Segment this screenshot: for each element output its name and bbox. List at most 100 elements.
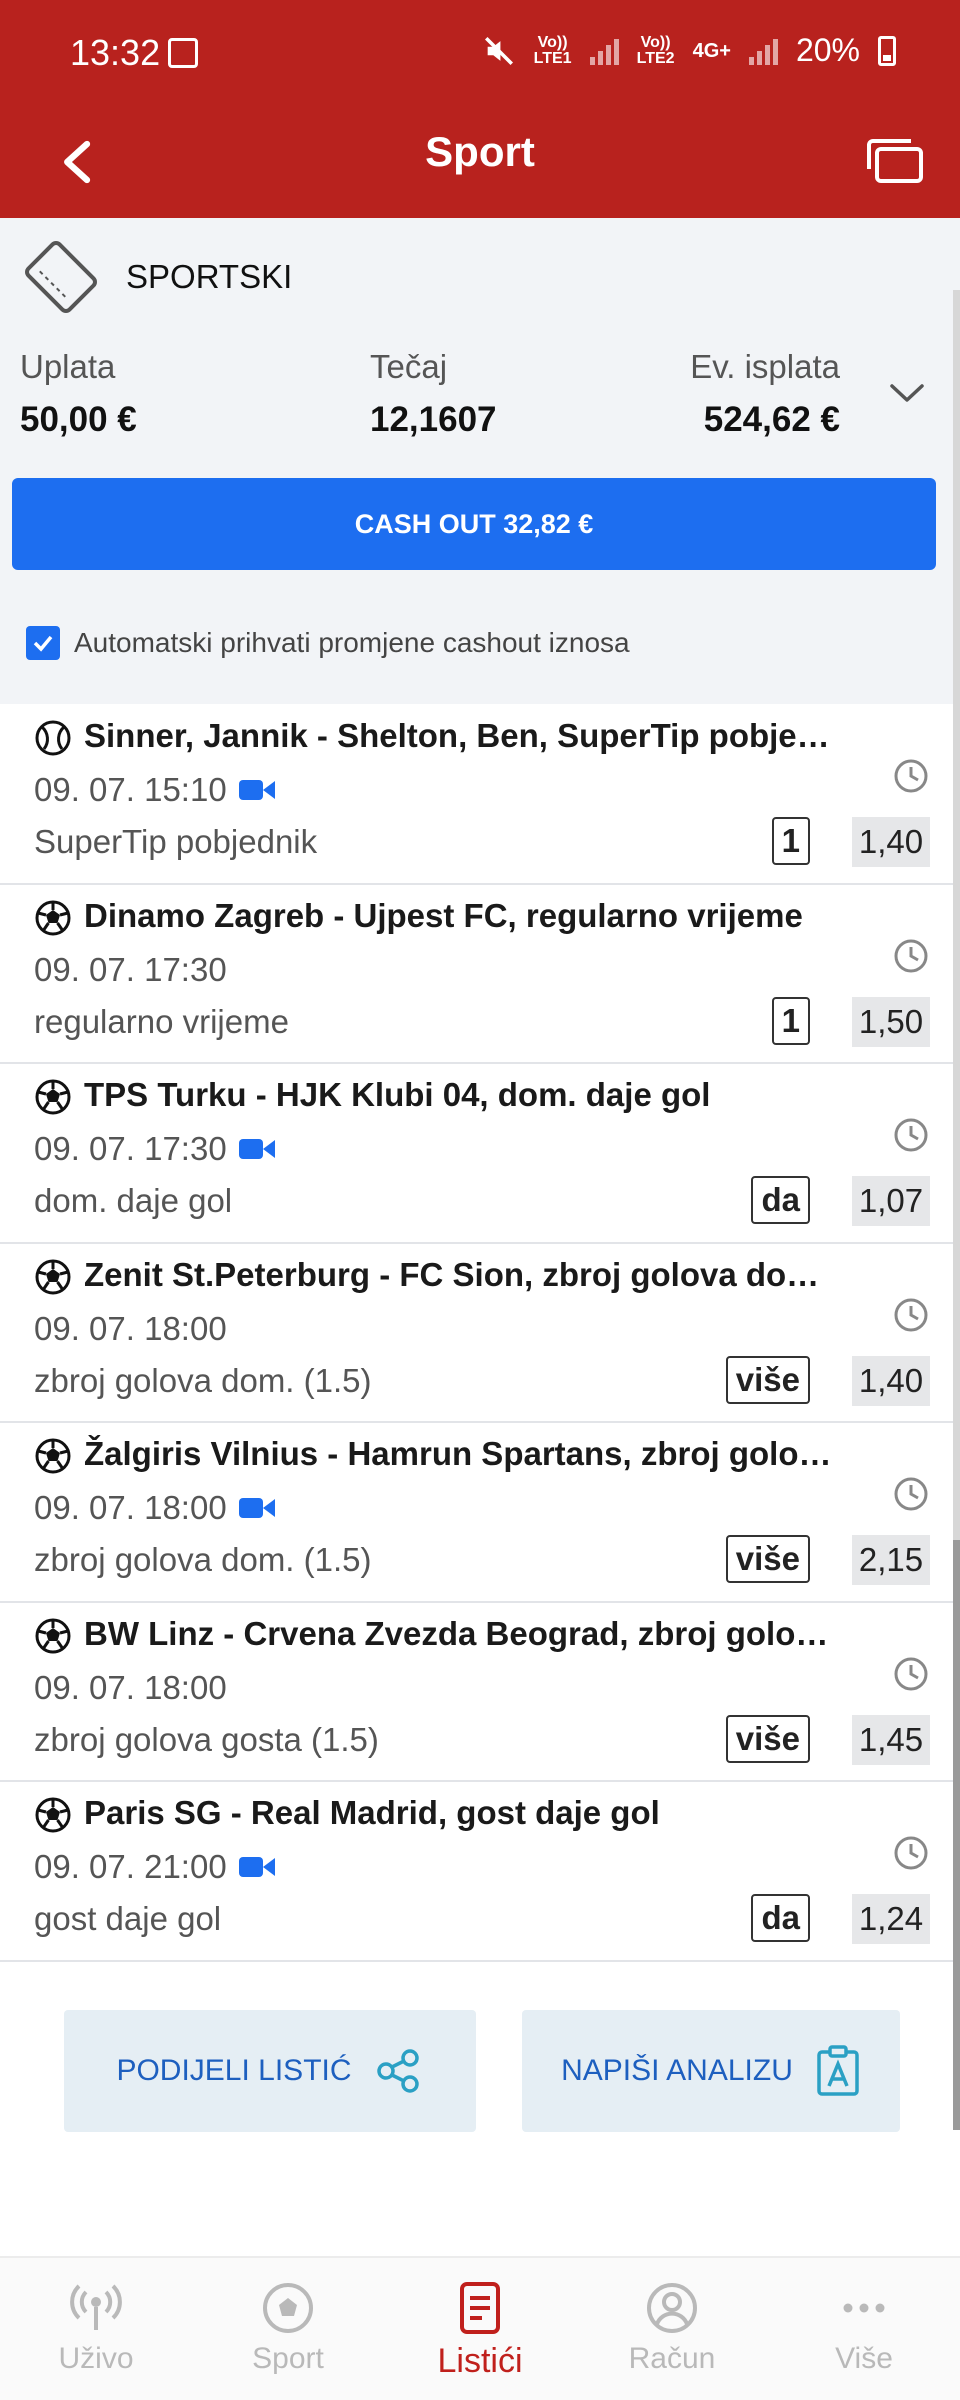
football-icon [35, 1259, 71, 1294]
payout-value: 524,62 € [703, 400, 840, 439]
match-date-row: 09. 07. 15:10 [34, 771, 275, 809]
nav-item-account[interactable]: Račun [576, 2258, 768, 2400]
pick-badge: više [725, 1535, 810, 1583]
more-dots-icon [843, 2303, 885, 2313]
windows-button[interactable] [860, 126, 930, 196]
status-right: Vo)) LTE1 Vo)) LTE2 4G+ 20% [482, 32, 896, 69]
match-date-row: 09. 07. 18:00 [34, 1669, 227, 1707]
write-analysis-label: NAPIŠI ANALIZU [561, 2054, 793, 2087]
nav-item-sport[interactable]: Sport [192, 2258, 384, 2400]
nav-item-live[interactable]: Uživo [0, 2258, 192, 2400]
battery-icon [878, 35, 896, 66]
network-lte2: Vo)) LTE2 [636, 33, 675, 67]
match-date: 09. 07. 17:30 [34, 1130, 227, 1167]
odd-value: 1,45 [852, 1714, 930, 1765]
odds-value: 12,1607 [370, 400, 497, 439]
football-icon [263, 2283, 313, 2333]
football-icon [35, 1797, 71, 1833]
clipboard-icon [817, 2045, 859, 2096]
market-name: regularno vrijeme [34, 1002, 289, 1040]
nav-item-more[interactable]: Više [768, 2258, 960, 2400]
video-camera-icon [238, 1139, 275, 1159]
share-icon [376, 2049, 419, 2093]
match-name: Dinamo Zagreb - Ujpest FC, regularno vri… [84, 896, 803, 934]
auto-accept-row[interactable]: Automatski prihvati promjene cashout izn… [26, 626, 630, 660]
match-name: Žalgiris Vilnius - Hamrun Spartans, zbro… [84, 1435, 844, 1472]
top-bar: 13:32 Vo)) LTE1 Vo)) LTE2 4G+ 20% Sport [0, 0, 960, 218]
match-name: Paris SG - Real Madrid, gost daje gol [84, 1794, 660, 1831]
pick-badge: 1 [771, 996, 810, 1045]
nav-label-tickets: Listići [437, 2342, 523, 2380]
clock-icon [894, 759, 928, 793]
match-date: 09. 07. 15:10 [34, 771, 227, 808]
pick-badge: 1 [771, 817, 810, 865]
nav-item-tickets[interactable]: Listići [384, 2258, 576, 2400]
stake-label: Uplata [20, 348, 116, 385]
share-ticket-button[interactable]: PODIJELI LISTIĆ [64, 2010, 476, 2132]
pick-badge: više [725, 1714, 810, 1763]
odd-value: 1,50 [852, 996, 930, 1047]
football-icon [35, 1079, 71, 1115]
match-date-row: 09. 07. 17:30 [34, 1130, 275, 1168]
signal-bars-2-icon [748, 37, 778, 65]
odd-value: 1,24 [852, 1894, 930, 1944]
football-icon [35, 900, 71, 935]
match-date-row: 09. 07. 18:00 [34, 1310, 227, 1348]
odd-value: 1,40 [852, 817, 930, 867]
write-analysis-button[interactable]: NAPIŠI ANALIZU [522, 2010, 900, 2132]
ticket-type-label: SPORTSKI [126, 258, 293, 295]
auto-accept-checkbox[interactable] [26, 626, 60, 660]
ticket-icon [25, 241, 97, 313]
match-date: 09. 07. 18:00 [34, 1668, 227, 1706]
clock-icon [894, 1298, 928, 1331]
odd-value: 1,40 [852, 1355, 930, 1406]
bottom-navigation: Uživo Sport Listići Račun Više [0, 2256, 960, 2400]
match-list: Sinner, Jannik - Shelton, Ben, SuperTip … [0, 705, 960, 1962]
match-row[interactable]: Paris SG - Real Madrid, gost daje gol 09.… [0, 1782, 960, 1962]
match-date-row: 09. 07. 21:00 [34, 1848, 275, 1886]
cashout-button[interactable]: CASH OUT 32,82 € [12, 478, 936, 570]
match-row[interactable]: Zenit St.Peterburg - FC Sion, zbroj golo… [0, 1244, 960, 1423]
mute-icon [484, 36, 513, 65]
payout-label: Ev. isplata [690, 348, 840, 385]
battery-percent: 20% [795, 32, 860, 68]
match-name: TPS Turku - HJK Klubi 04, dom. daje gol [84, 1076, 711, 1113]
nav-label-live: Uživo [58, 2342, 134, 2375]
match-date: 09. 07. 18:00 [34, 1309, 227, 1347]
market-name: gost daje gol [34, 1900, 222, 1937]
video-camera-icon [238, 1857, 275, 1877]
market-name: zbroj golova dom. (1.5) [34, 1541, 372, 1578]
chevron-down-icon[interactable] [882, 368, 932, 418]
nav-label-more: Više [835, 2342, 893, 2375]
ticket-actions: PODIJELI LISTIĆ NAPIŠI ANALIZU [0, 2010, 960, 2134]
clock-icon [894, 1657, 928, 1690]
signal-bars-1-icon [589, 37, 619, 65]
scrollbar-thumb[interactable] [953, 1540, 960, 2130]
odds-column: Tečaj 12,1607 [370, 348, 497, 440]
pick-badge: da [751, 1176, 810, 1224]
match-name: BW Linz - Crvena Zvezda Beograd, zbroj g… [84, 1614, 844, 1652]
image-notification-icon [168, 38, 198, 68]
app-header: Sport [0, 110, 960, 218]
match-row[interactable]: Žalgiris Vilnius - Hamrun Spartans, zbro… [0, 1423, 960, 1603]
match-row[interactable]: TPS Turku - HJK Klubi 04, dom. daje gol 0… [0, 1064, 960, 1244]
check-icon [33, 635, 53, 652]
market-name: SuperTip pobjednik [34, 823, 318, 860]
odd-value: 2,15 [852, 1535, 930, 1585]
market-name: dom. daje gol [34, 1182, 233, 1219]
live-broadcast-icon [70, 2284, 122, 2330]
video-camera-icon [238, 780, 275, 800]
match-date-row: 09. 07. 17:30 [34, 951, 227, 989]
football-icon [35, 1438, 71, 1474]
account-icon [647, 2283, 697, 2333]
ticket-type: SPORTSKI [22, 238, 292, 316]
nav-label-sport: Sport [252, 2342, 324, 2375]
status-time: 13:32 [70, 32, 161, 73]
match-row[interactable]: Sinner, Jannik - Shelton, Ben, SuperTip … [0, 705, 960, 885]
match-row[interactable]: BW Linz - Crvena Zvezda Beograd, zbroj g… [0, 1603, 960, 1782]
match-row[interactable]: Dinamo Zagreb - Ujpest FC, regularno vri… [0, 885, 960, 1064]
scrollbar-track[interactable] [953, 290, 960, 1540]
clock-icon [894, 1118, 928, 1152]
clock-icon [894, 1836, 928, 1870]
network-4g: 4G+ [692, 39, 731, 62]
